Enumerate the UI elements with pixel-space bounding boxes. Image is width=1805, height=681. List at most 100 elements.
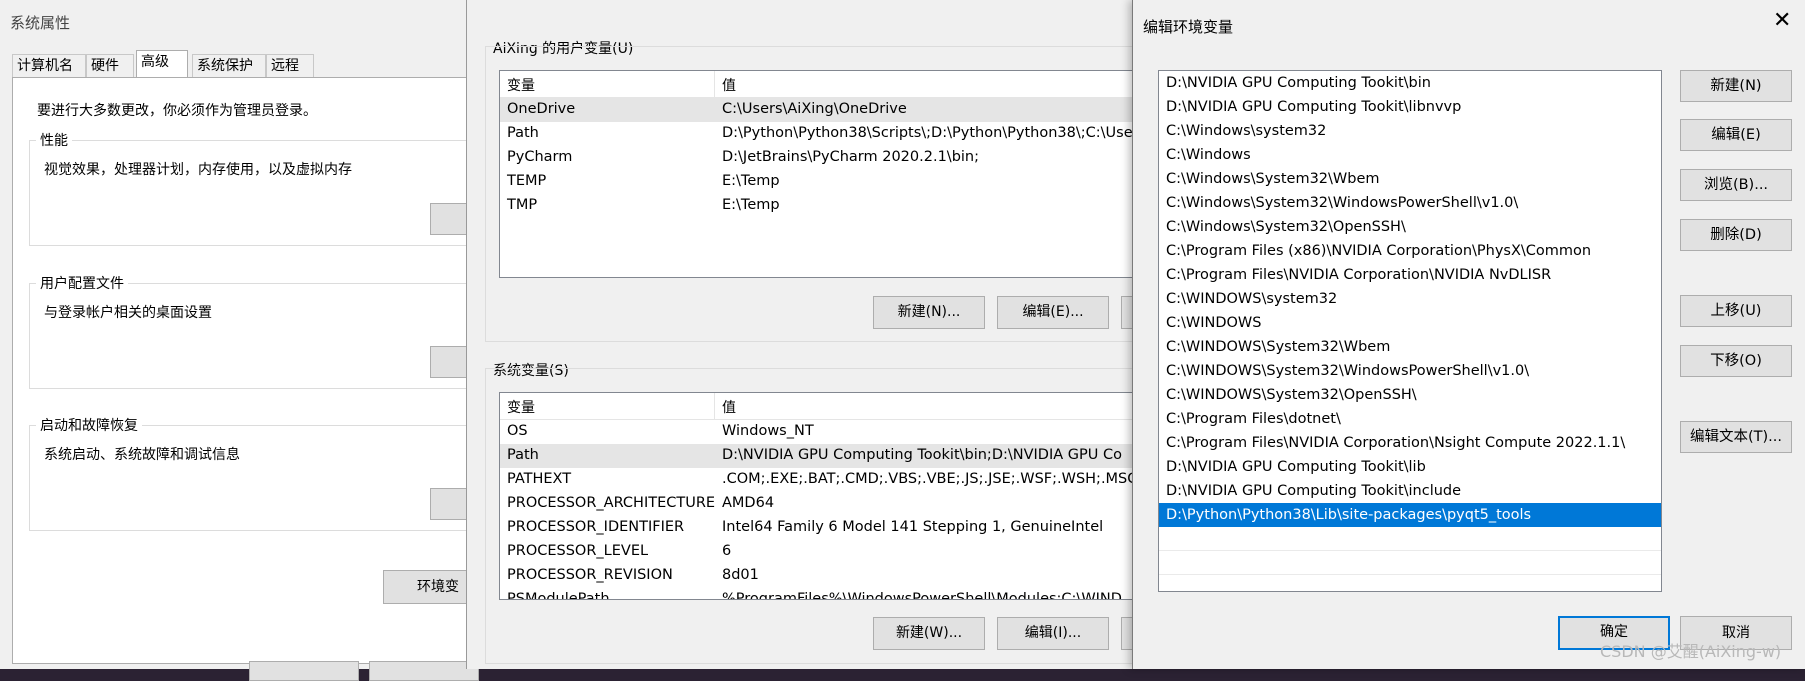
path-item[interactable]: D:\NVIDIA GPU Computing Tookit\bin [1159, 71, 1661, 95]
startup-recovery-desc: 系统启动、系统故障和调试信息 [44, 447, 240, 463]
user-edit-button[interactable]: 编辑(E)... [997, 296, 1109, 329]
var-value: %ProgramFiles%\WindowsPowerShell\Modules… [722, 591, 1122, 600]
var-value: D:\NVIDIA GPU Computing Tookit\bin;D:\NV… [722, 447, 1122, 463]
path-empty-row[interactable] [1159, 551, 1661, 575]
var-value: Windows_NT [722, 423, 814, 439]
var-name: PyCharm [507, 149, 573, 165]
col-value-header[interactable]: 值 [722, 397, 736, 417]
var-name: PROCESSOR_ARCHITECTURE [507, 495, 716, 511]
path-item[interactable]: D:\NVIDIA GPU Computing Tookit\lib [1159, 455, 1661, 479]
path-item[interactable]: C:\WINDOWS [1159, 311, 1661, 335]
path-empty-row[interactable] [1159, 575, 1661, 591]
path-item[interactable]: C:\WINDOWS\System32\OpenSSH\ [1159, 383, 1661, 407]
path-item-selected[interactable]: D:\Python\Python38\Lib\site-packages\pyq… [1159, 503, 1661, 527]
column-separator [714, 393, 715, 419]
path-item[interactable]: C:\WINDOWS\System32\WindowsPowerShell\v1… [1159, 359, 1661, 383]
user-var-row[interactable]: OneDrive C:\Users\AiXing\OneDrive [500, 98, 1140, 122]
cancel-button-partial[interactable] [369, 661, 479, 681]
path-item[interactable]: D:\NVIDIA GPU Computing Tookit\libnvvp [1159, 95, 1661, 119]
var-value: E:\Temp [722, 173, 780, 189]
edit-text-button[interactable]: 编辑文本(T)... [1680, 421, 1792, 453]
user-new-button[interactable]: 新建(N)... [873, 296, 985, 329]
path-item[interactable]: C:\Windows\System32\WindowsPowerShell\v1… [1159, 191, 1661, 215]
var-value: 6 [722, 543, 732, 559]
system-new-button[interactable]: 新建(W)... [873, 617, 985, 650]
var-value: 8d01 [722, 567, 759, 583]
performance-group: 性能 视觉效果，处理器计划，内存使用，以及虚拟内存 [29, 130, 510, 246]
path-item[interactable]: C:\WINDOWS\System32\Wbem [1159, 335, 1661, 359]
close-icon[interactable]: ✕ [1773, 10, 1791, 32]
system-var-row[interactable]: PROCESSOR_LEVEL 6 [500, 540, 1140, 564]
var-name: TEMP [507, 173, 547, 189]
move-down-button[interactable]: 下移(O) [1680, 345, 1792, 377]
system-vars-header: 变量 值 [500, 393, 1140, 420]
edit-path-button[interactable]: 编辑(E) [1680, 119, 1792, 151]
performance-title: 性能 [36, 130, 72, 150]
tab-hardware[interactable]: 硬件 [86, 54, 134, 77]
user-var-row[interactable]: TEMP E:\Temp [500, 170, 1140, 194]
path-item[interactable]: C:\WINDOWS\system32 [1159, 287, 1661, 311]
advanced-tab-page: 要进行大多数更改，你必须作为管理员登录。 性能 视觉效果，处理器计划，内存使用，… [12, 77, 510, 681]
startup-recovery-title: 启动和故障恢复 [36, 415, 142, 435]
path-empty-row[interactable] [1159, 527, 1661, 551]
var-name: PROCESSOR_IDENTIFIER [507, 519, 685, 535]
system-vars-list[interactable]: 变量 值 OS Windows_NT Path D:\NVIDIA GPU Co… [499, 392, 1141, 600]
path-item[interactable]: C:\Windows\system32 [1159, 119, 1661, 143]
browse-button[interactable]: 浏览(B)... [1680, 169, 1792, 201]
system-var-row[interactable]: OS Windows_NT [500, 420, 1140, 444]
column-separator [714, 71, 715, 97]
system-var-row[interactable]: PROCESSOR_ARCHITECTURE AMD64 [500, 492, 1140, 516]
path-item[interactable]: C:\Program Files\NVIDIA Corporation\Nsig… [1159, 431, 1661, 455]
performance-desc: 视觉效果，处理器计划，内存使用，以及虚拟内存 [44, 162, 352, 178]
var-value: Intel64 Family 6 Model 141 Stepping 1, G… [722, 519, 1104, 535]
col-value-header[interactable]: 值 [722, 75, 736, 95]
user-var-row[interactable]: PyCharm D:\JetBrains\PyCharm 2020.2.1\bi… [500, 146, 1140, 170]
var-name: TMP [507, 197, 538, 213]
user-vars-header: 变量 值 [500, 71, 1140, 98]
var-value: .COM;.EXE;.BAT;.CMD;.VBS;.VBE;.JS;.JSE;.… [722, 471, 1138, 487]
var-name: Path [507, 447, 539, 463]
path-item[interactable]: C:\Windows [1159, 143, 1661, 167]
col-variable-header[interactable]: 变量 [507, 397, 535, 417]
user-var-row[interactable]: Path D:\Python\Python38\Scripts\;D:\Pyth… [500, 122, 1140, 146]
path-item[interactable]: C:\Program Files\dotnet\ [1159, 407, 1661, 431]
system-var-row[interactable]: Path D:\NVIDIA GPU Computing Tookit\bin;… [500, 444, 1140, 468]
window-title: 系统属性 [10, 14, 71, 32]
move-up-button[interactable]: 上移(U) [1680, 295, 1792, 327]
system-edit-button[interactable]: 编辑(I)... [997, 617, 1109, 650]
var-name: Path [507, 125, 539, 141]
var-value: D:\JetBrains\PyCharm 2020.2.1\bin; [722, 149, 979, 165]
var-name: PSModulePath [507, 591, 610, 600]
var-name: OS [507, 423, 528, 439]
path-item[interactable]: D:\NVIDIA GPU Computing Tookit\include [1159, 479, 1661, 503]
user-var-row[interactable]: TMP E:\Temp [500, 194, 1140, 218]
path-list[interactable]: D:\NVIDIA GPU Computing Tookit\bin D:\NV… [1158, 70, 1662, 592]
var-value: E:\Temp [722, 197, 780, 213]
csdn-watermark: CSDN @艾醒(AiXing-w) [1600, 642, 1782, 661]
var-value: AMD64 [722, 495, 775, 511]
path-item[interactable]: C:\Program Files\NVIDIA Corporation\NVID… [1159, 263, 1661, 287]
tab-remote[interactable]: 远程 [266, 54, 314, 77]
user-vars-list[interactable]: 变量 值 OneDrive C:\Users\AiXing\OneDrive P… [499, 70, 1141, 278]
system-var-row[interactable]: PATHEXT .COM;.EXE;.BAT;.CMD;.VBS;.VBE;.J… [500, 468, 1140, 492]
user-profiles-desc: 与登录帐户相关的桌面设置 [44, 305, 212, 321]
system-var-row[interactable]: PROCESSOR_REVISION 8d01 [500, 564, 1140, 588]
path-item[interactable]: C:\Windows\System32\Wbem [1159, 167, 1661, 191]
tab-system-protection[interactable]: 系统保护 [192, 54, 266, 77]
tab-computer-name[interactable]: 计算机名 [12, 54, 86, 77]
path-item[interactable]: C:\Windows\System32\OpenSSH\ [1159, 215, 1661, 239]
user-profiles-title: 用户配置文件 [36, 273, 128, 293]
path-item[interactable]: C:\Program Files (x86)\NVIDIA Corporatio… [1159, 239, 1661, 263]
user-profiles-group: 用户配置文件 与登录帐户相关的桌面设置 [29, 273, 510, 389]
var-name: OneDrive [507, 101, 576, 117]
ok-button-partial[interactable] [249, 661, 359, 681]
new-path-button[interactable]: 新建(N) [1680, 70, 1792, 102]
system-var-row[interactable]: PSModulePath %ProgramFiles%\WindowsPower… [500, 588, 1140, 600]
environment-variables-button-label: 环境变 [417, 579, 459, 595]
environment-variables-window: AiXing 的用户变量(U) 变量 值 OneDrive C:\Users\A… [466, 0, 1151, 669]
system-var-row[interactable]: PROCESSOR_IDENTIFIER Intel64 Family 6 Mo… [500, 516, 1140, 540]
startup-recovery-group: 启动和故障恢复 系统启动、系统故障和调试信息 [29, 415, 510, 531]
tab-advanced[interactable]: 高级 [136, 50, 188, 78]
delete-path-button[interactable]: 删除(D) [1680, 219, 1792, 251]
col-variable-header[interactable]: 变量 [507, 75, 535, 95]
